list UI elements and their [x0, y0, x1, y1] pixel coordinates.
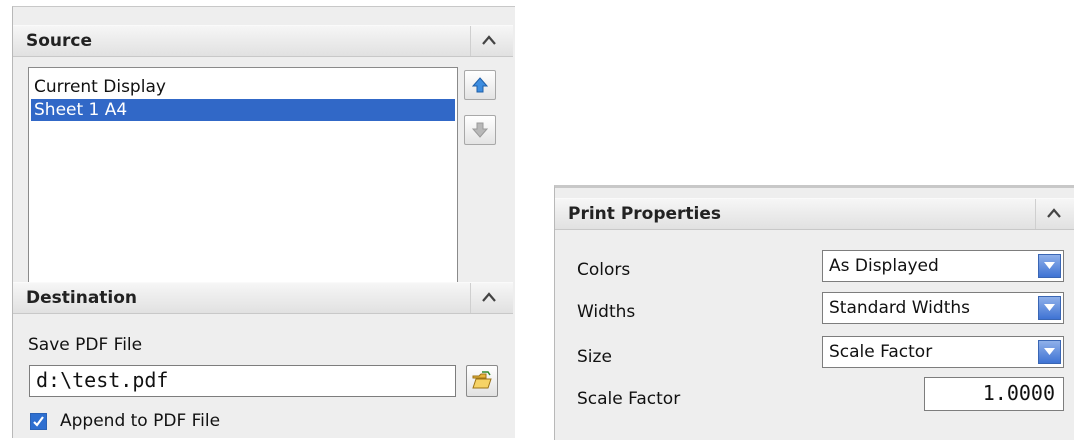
source-header[interactable]: Source	[13, 25, 513, 57]
colors-select[interactable]: As Displayed	[822, 250, 1064, 282]
left-panel: Source Current Display Sheet 1 A4 Destin…	[12, 6, 515, 438]
folder-open-icon	[472, 371, 492, 389]
arrow-up-icon	[471, 77, 489, 93]
chevron-up-icon	[1047, 208, 1061, 218]
save-pdf-label: Save PDF File	[28, 335, 143, 355]
browse-button[interactable]	[466, 365, 498, 397]
source-collapse-button[interactable]	[470, 26, 507, 56]
list-item[interactable]: Current Display	[31, 76, 455, 98]
destination-title: Destination	[26, 288, 138, 308]
append-checkbox[interactable]	[30, 413, 47, 430]
scale-factor-value: 1.0000	[982, 381, 1055, 405]
print-properties-collapse-button[interactable]	[1035, 199, 1072, 229]
scale-factor-label: Scale Factor	[577, 389, 681, 409]
source-list[interactable]: Current Display Sheet 1 A4	[28, 67, 458, 291]
size-label: Size	[577, 347, 612, 367]
file-path-value: d:\test.pdf	[36, 368, 169, 392]
colors-label: Colors	[577, 260, 631, 280]
size-value: Scale Factor	[829, 342, 933, 362]
decorative-corner	[1000, 0, 1074, 5]
source-title: Source	[26, 31, 93, 51]
list-item-selected[interactable]: Sheet 1 A4	[31, 99, 455, 121]
size-select[interactable]: Scale Factor	[822, 336, 1064, 368]
widths-select[interactable]: Standard Widths	[822, 292, 1064, 324]
move-down-button[interactable]	[464, 115, 496, 145]
colors-value: As Displayed	[829, 256, 939, 276]
chevron-up-icon	[482, 292, 496, 302]
widths-label: Widths	[577, 302, 636, 322]
widths-value: Standard Widths	[829, 298, 970, 318]
chevron-down-icon[interactable]	[1038, 340, 1061, 364]
scale-factor-input[interactable]: 1.0000	[924, 377, 1064, 411]
print-properties-panel: Print Properties Colors As Displayed Wid…	[554, 185, 1074, 440]
chevron-down-icon[interactable]	[1038, 296, 1061, 320]
chevron-up-icon	[482, 35, 496, 45]
checkmark-icon	[33, 416, 44, 427]
destination-header[interactable]: Destination	[13, 282, 513, 314]
file-path-input[interactable]: d:\test.pdf	[29, 365, 456, 397]
print-properties-title: Print Properties	[568, 204, 722, 224]
append-label: Append to PDF File	[60, 411, 221, 431]
chevron-down-icon[interactable]	[1038, 254, 1061, 278]
destination-collapse-button[interactable]	[470, 283, 507, 313]
print-properties-header[interactable]: Print Properties	[555, 198, 1074, 230]
move-up-button[interactable]	[464, 70, 496, 100]
arrow-down-icon	[471, 122, 489, 138]
